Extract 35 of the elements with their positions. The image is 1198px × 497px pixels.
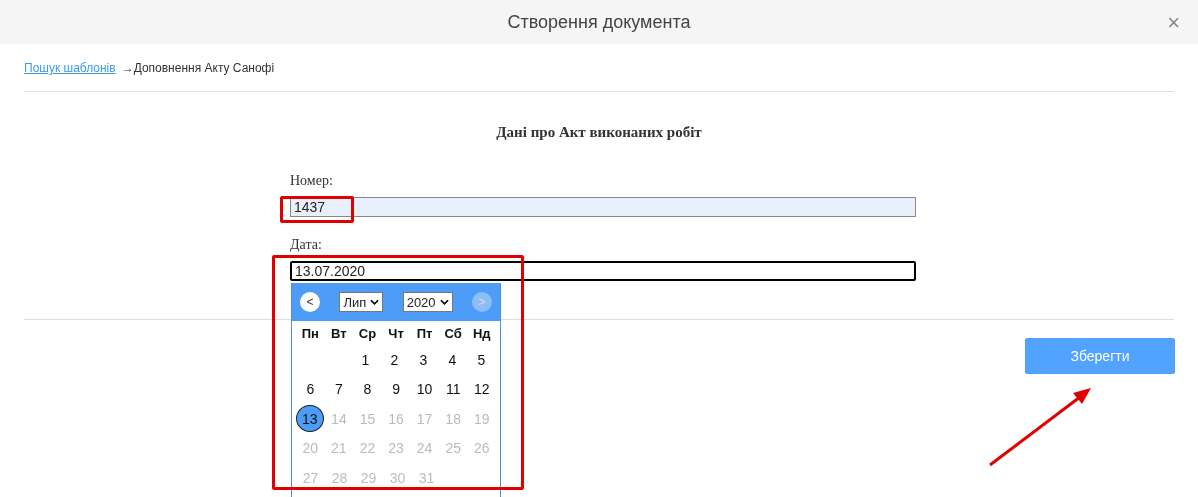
calendar-day[interactable]: 9 [381,381,411,398]
calendar-day[interactable]: 7 [324,381,354,398]
close-button[interactable]: × [1167,10,1180,36]
breadcrumb-link[interactable]: Пошук шаблонів [24,61,116,75]
calendar-day[interactable]: 10 [410,381,439,398]
weekday-label: Пн [300,325,320,341]
weekday-label: Чт [387,325,405,341]
form-heading: Дані про Акт виконаних робіт [495,124,703,141]
chevron-down-icon [370,299,380,305]
calendar-day[interactable]: 8 [353,381,382,398]
calendar-day[interactable]: 3 [409,351,438,368]
previous-month-button[interactable]: < [300,292,320,312]
weekday-label: Вт [330,325,348,341]
field-label: Номер: [290,173,334,189]
field-label: Дата: [290,237,323,253]
calendar-day[interactable]: 5 [467,351,496,368]
breadcrumb-current: →Доповнення Акту Санофі [121,61,275,75]
input-field[interactable]: 13.07.2020 [290,261,916,281]
calendar-day[interactable]: 1 [351,351,380,368]
calendar-day[interactable]: 6 [296,381,325,398]
save-button[interactable]: Зберегти [1025,338,1175,374]
input-field[interactable]: 1437 [290,197,916,217]
weekday-label: Нд [471,325,492,341]
calendar-day[interactable]: 13 [296,405,324,433]
weekday-label: Пт [415,325,434,341]
chevron-down-icon [439,299,449,305]
calendar-day[interactable]: 12 [467,381,497,398]
calendar-day[interactable]: 4 [438,351,467,368]
month-select[interactable]: Лип [339,292,384,312]
calendar-day[interactable]: 11 [438,381,468,398]
window-title: Створення документа [507,11,691,33]
weekday-label: Сб [443,325,463,341]
calendar-day[interactable]: 2 [380,351,409,368]
year-select[interactable]: 2020 [402,292,453,312]
weekday-label: Ср [357,325,378,341]
